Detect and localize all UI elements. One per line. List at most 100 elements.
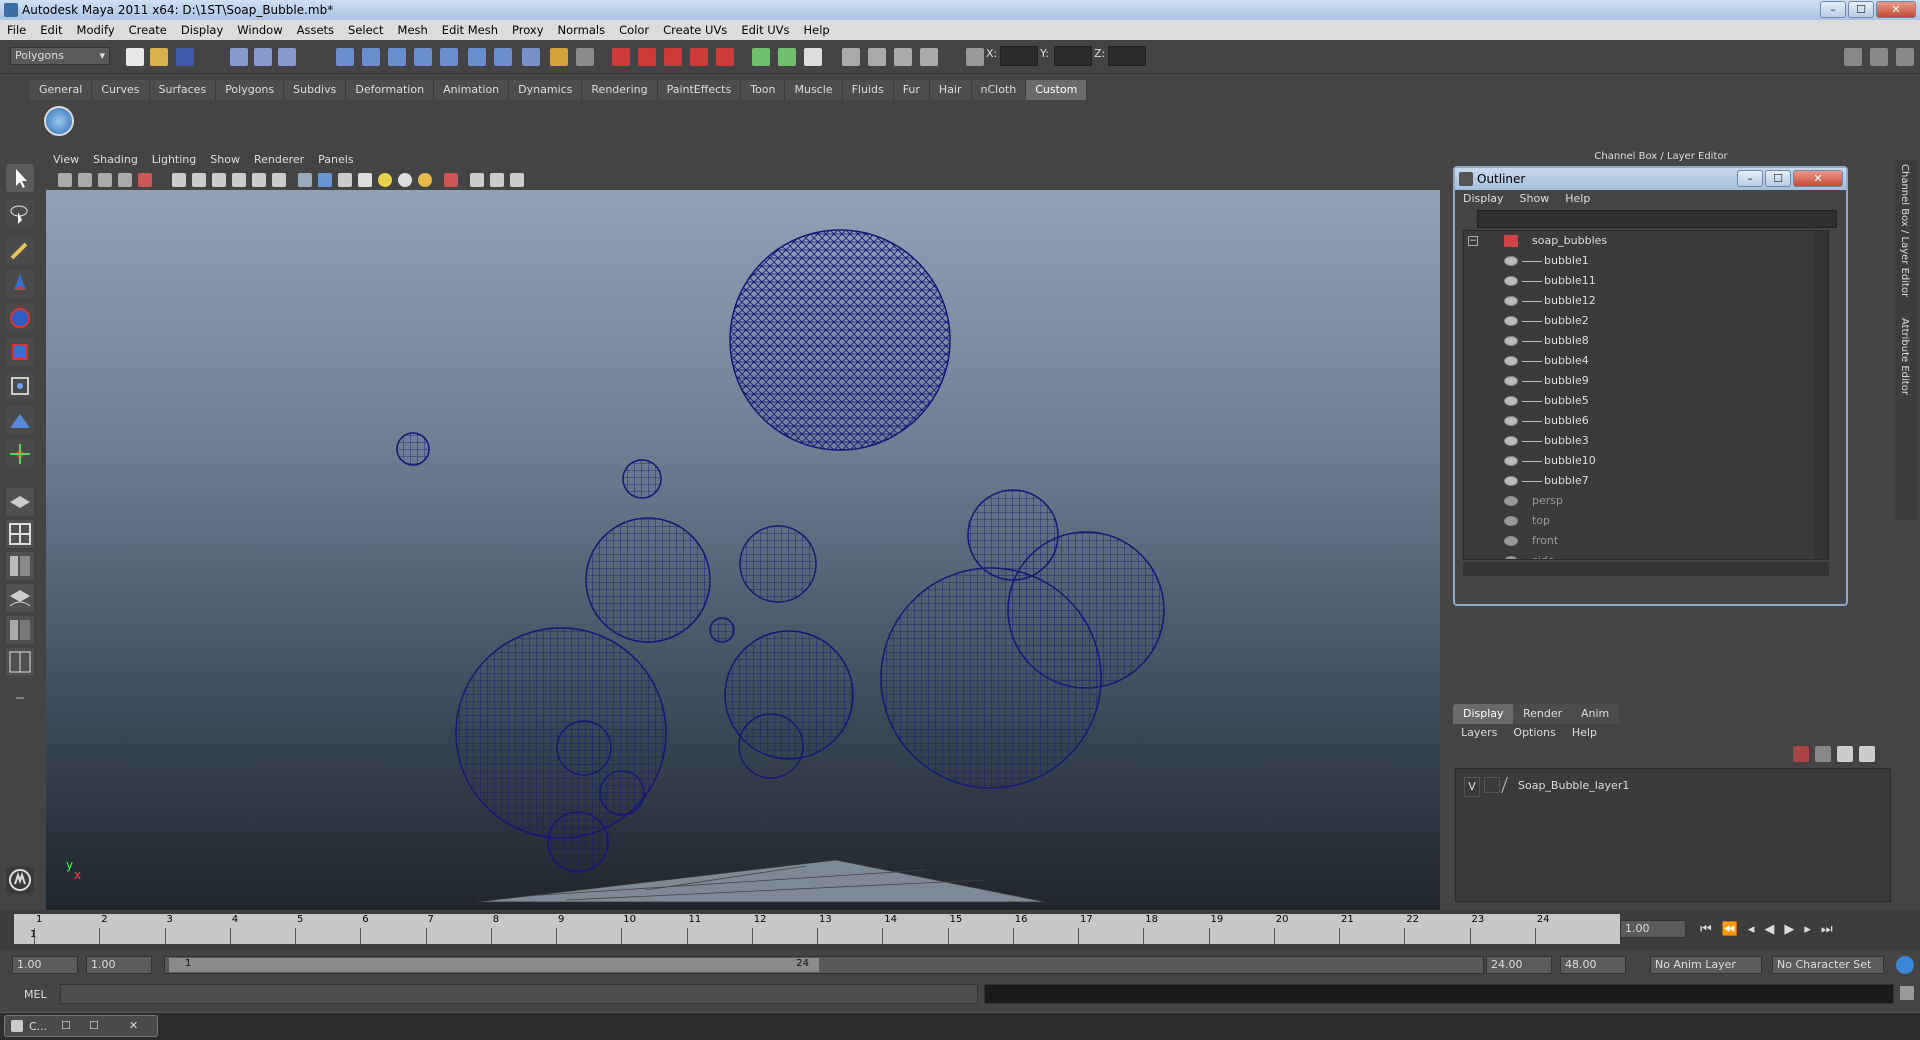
tab-toon[interactable]: Toon xyxy=(741,80,786,100)
current-time-field[interactable]: 1.00 xyxy=(1620,920,1686,938)
anim-prefs-icon[interactable] xyxy=(1896,956,1914,974)
outliner-horizontal-scrollbar[interactable] xyxy=(1463,562,1829,576)
outliner-filter-field[interactable] xyxy=(1477,210,1837,228)
bubble-large-top[interactable] xyxy=(729,229,951,451)
snap-point-icon[interactable] xyxy=(388,48,406,66)
layer-menu-options[interactable]: Options xyxy=(1505,724,1563,742)
bubble-inner-3[interactable] xyxy=(547,811,609,873)
tree-item-bubble[interactable]: bubble7 xyxy=(1464,471,1828,491)
x-field[interactable] xyxy=(1000,46,1038,66)
bubble-center-low[interactable] xyxy=(724,630,854,760)
tab-anim[interactable]: Anim xyxy=(1571,704,1620,724)
menu-window[interactable]: Window xyxy=(230,20,289,40)
tree-item-bubble[interactable]: bubble12 xyxy=(1464,291,1828,311)
layer-row[interactable]: V Soap_Bubble_layer1 xyxy=(1456,777,1890,797)
help-icon[interactable] xyxy=(522,48,540,66)
image-plane-icon[interactable] xyxy=(118,173,132,187)
tab-general[interactable]: General xyxy=(30,80,93,100)
menu-edit-mesh[interactable]: Edit Mesh xyxy=(435,20,505,40)
collapse-icon[interactable]: − xyxy=(1468,236,1478,246)
tree-item-camera[interactable]: persp xyxy=(1464,491,1828,511)
hud-icon[interactable] xyxy=(510,173,524,187)
safe-title-icon[interactable] xyxy=(272,173,286,187)
tab-animation[interactable]: Animation xyxy=(434,80,510,100)
tab-hair[interactable]: Hair xyxy=(929,80,972,100)
gate-mask-icon[interactable] xyxy=(212,173,226,187)
range-slider-handle[interactable]: 1 24 xyxy=(169,958,819,972)
shadows-icon[interactable] xyxy=(418,173,432,187)
tab-polygons[interactable]: Polygons xyxy=(216,80,285,100)
taskbar-maximize-icon[interactable]: ☐ xyxy=(89,1019,99,1032)
manipulator-tool-icon[interactable] xyxy=(6,372,34,400)
menu-assets[interactable]: Assets xyxy=(290,20,341,40)
tree-item-bubble[interactable]: bubble10 xyxy=(1464,451,1828,471)
tree-item-camera[interactable]: front xyxy=(1464,531,1828,551)
bubble-medium-mid[interactable] xyxy=(739,525,817,603)
scale-tool-icon[interactable] xyxy=(6,338,34,366)
bubble-medium-left[interactable] xyxy=(585,517,711,643)
menu-display[interactable]: Display xyxy=(174,20,230,40)
isolate-select-icon[interactable] xyxy=(444,173,458,187)
outliner-vertical-scrollbar[interactable] xyxy=(1814,231,1828,559)
bubble-small-left[interactable] xyxy=(396,432,430,466)
toolbox-options-icon[interactable] xyxy=(6,684,34,712)
lasso-tool-icon[interactable] xyxy=(6,200,34,228)
show-ui-icon[interactable] xyxy=(778,48,796,66)
bubble-small-mid[interactable] xyxy=(622,459,662,499)
film-gate-icon[interactable] xyxy=(138,173,152,187)
time-slider-bar[interactable]: 1 12345678910111213141516171819202122232… xyxy=(14,914,1620,944)
wireframe-on-shaded-icon[interactable] xyxy=(338,173,352,187)
open-scene-icon[interactable] xyxy=(150,48,168,66)
construction-history-icon[interactable] xyxy=(550,48,568,66)
outliner-menu-show[interactable]: Show xyxy=(1512,190,1558,208)
save-scene-icon[interactable] xyxy=(176,48,194,66)
layout-four-icon[interactable] xyxy=(6,520,34,548)
minimize-button[interactable]: – xyxy=(1820,1,1846,18)
layer-menu-layers[interactable]: Layers xyxy=(1453,724,1505,742)
outliner-close-button[interactable]: ✕ xyxy=(1793,170,1843,187)
bubble-inner-2[interactable] xyxy=(599,770,645,816)
rotate-tool-icon[interactable] xyxy=(6,304,34,332)
xray-joints-icon[interactable] xyxy=(490,173,504,187)
menu-normals[interactable]: Normals xyxy=(551,20,613,40)
bubble-inner-1[interactable] xyxy=(556,720,612,776)
maya-logo-icon[interactable] xyxy=(6,866,34,894)
start-time-field[interactable]: 1.00 xyxy=(12,956,78,974)
script-editor-icon[interactable] xyxy=(1900,986,1914,1000)
play-forward-icon[interactable]: ▶ xyxy=(1784,922,1804,937)
bookmark-icon[interactable] xyxy=(98,173,112,187)
outliner-icon[interactable] xyxy=(920,48,938,66)
menu-modify[interactable]: Modify xyxy=(70,20,122,40)
select-component-icon[interactable] xyxy=(278,48,296,66)
y-field[interactable] xyxy=(1054,46,1092,66)
anim-layer-dropdown[interactable]: No Anim Layer xyxy=(1650,956,1762,974)
toggle-tool-settings-icon[interactable] xyxy=(1896,48,1914,66)
camera-select-icon[interactable] xyxy=(58,173,72,187)
menu-mesh[interactable]: Mesh xyxy=(391,20,435,40)
menu-help[interactable]: Help xyxy=(797,20,837,40)
input-ops-icon[interactable] xyxy=(576,48,594,66)
hypershade-icon[interactable] xyxy=(690,48,708,66)
snap-live-icon[interactable] xyxy=(468,48,486,66)
transform-field-icon[interactable] xyxy=(966,48,984,66)
tab-rendering[interactable]: Rendering xyxy=(582,80,658,100)
layout-persp-graph-icon[interactable] xyxy=(6,648,34,676)
safe-action-icon[interactable] xyxy=(252,173,266,187)
tab-fur[interactable]: Fur xyxy=(893,80,930,100)
tab-muscle[interactable]: Muscle xyxy=(785,80,843,100)
outliner-minimize-button[interactable]: – xyxy=(1737,170,1763,187)
checkmark-shelf-icon[interactable] xyxy=(44,106,74,136)
camera-attributes-icon[interactable] xyxy=(78,173,92,187)
tree-item-camera[interactable]: top xyxy=(1464,511,1828,531)
go-to-start-icon[interactable]: ⏮ xyxy=(1700,922,1722,937)
go-to-end-icon[interactable]: ⏭ xyxy=(1821,922,1843,937)
bubble-side-right[interactable] xyxy=(1007,531,1165,689)
tab-render[interactable]: Render xyxy=(1513,704,1573,724)
tab-painteffects[interactable]: PaintEffects xyxy=(657,80,742,100)
play-back-icon[interactable]: ◀ xyxy=(1764,922,1784,937)
paint-select-icon[interactable] xyxy=(6,236,34,264)
default-lighting-icon[interactable] xyxy=(378,173,392,187)
tree-item-bubble[interactable]: bubble4 xyxy=(1464,351,1828,371)
move-tool-icon[interactable] xyxy=(6,270,34,298)
playback-end-field[interactable]: 24.00 xyxy=(1486,956,1552,974)
